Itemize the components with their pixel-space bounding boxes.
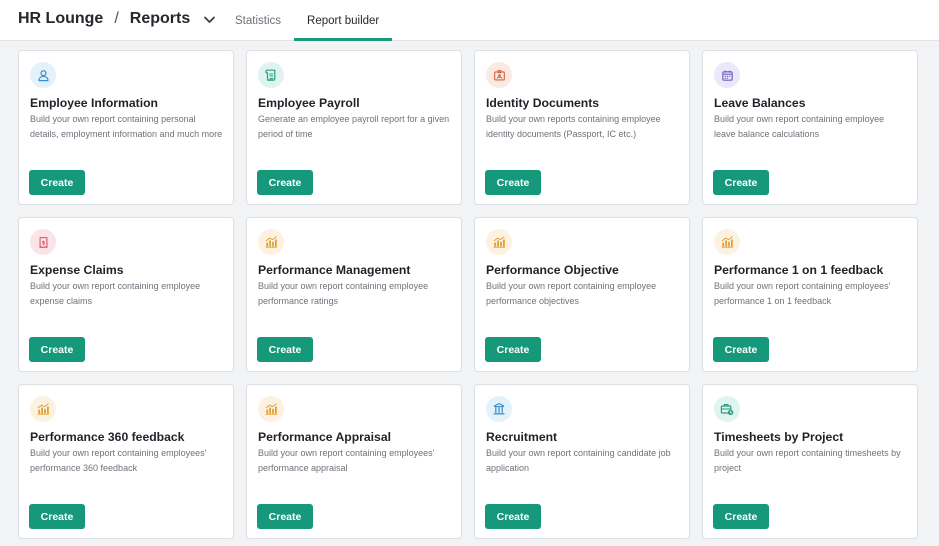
card-title: Performance Management bbox=[258, 263, 411, 277]
breadcrumb-separator: / bbox=[114, 10, 119, 27]
scroll-icon bbox=[258, 62, 284, 88]
card-title: Identity Documents bbox=[486, 96, 600, 110]
report-card-performance-1-on-1-feedback: Performance 1 on 1 feedback Build your o… bbox=[702, 217, 918, 372]
report-card-performance-management: Performance Management Build your own re… bbox=[246, 217, 462, 372]
briefcase-clock-icon bbox=[714, 396, 740, 422]
card-title: Recruitment bbox=[486, 430, 558, 444]
report-card-recruitment: Recruitment Build your own report contai… bbox=[474, 384, 690, 539]
create-button[interactable]: Create bbox=[29, 504, 85, 529]
card-description: Build your own report containing timeshe… bbox=[714, 448, 901, 473]
card-title: Performance Objective bbox=[486, 263, 619, 277]
tab-bar: Statistics Report builder bbox=[222, 0, 393, 41]
card-description: Generate an employee payroll report for … bbox=[258, 114, 450, 139]
receipt-icon: $ bbox=[30, 229, 56, 255]
create-button[interactable]: Create bbox=[257, 337, 313, 362]
card-title: Expense Claims bbox=[30, 263, 124, 277]
card-title: Performance Appraisal bbox=[258, 430, 391, 444]
report-card-performance-objective: Performance Objective Build your own rep… bbox=[474, 217, 690, 372]
create-button[interactable]: Create bbox=[713, 504, 769, 529]
report-card-employee-information: Employee Information Build your own repo… bbox=[18, 50, 234, 205]
svg-text:$: $ bbox=[41, 240, 45, 246]
chevron-down-icon[interactable] bbox=[202, 12, 216, 26]
bar-chart-icon bbox=[258, 396, 284, 422]
building-icon bbox=[486, 396, 512, 422]
user-icon bbox=[30, 62, 56, 88]
breadcrumb-section[interactable]: Reports bbox=[130, 10, 190, 28]
card-description: Build your own report containing employe… bbox=[30, 448, 207, 473]
card-description: Build your own report containing employe… bbox=[30, 281, 201, 306]
report-card-timesheets-by-project: Timesheets by Project Build your own rep… bbox=[702, 384, 918, 539]
report-card-performance-360-feedback: Performance 360 feedback Build your own … bbox=[18, 384, 234, 539]
tab-report-builder[interactable]: Report builder bbox=[294, 0, 393, 41]
card-description: Build your own report containing employe… bbox=[714, 281, 891, 306]
create-button[interactable]: Create bbox=[485, 337, 541, 362]
card-description: Build your own reports containing employ… bbox=[486, 114, 661, 139]
card-title: Employee Payroll bbox=[258, 96, 360, 110]
bar-chart-icon bbox=[30, 396, 56, 422]
card-title: Leave Balances bbox=[714, 96, 806, 110]
bar-chart-icon bbox=[714, 229, 740, 255]
create-button[interactable]: Create bbox=[257, 170, 313, 195]
create-button[interactable]: Create bbox=[29, 337, 85, 362]
card-title: Timesheets by Project bbox=[714, 430, 844, 444]
calendar-icon bbox=[714, 62, 740, 88]
card-description: Build your own report containing employe… bbox=[258, 281, 429, 306]
create-button[interactable]: Create bbox=[713, 170, 769, 195]
bar-chart-icon bbox=[486, 229, 512, 255]
card-title: Performance 360 feedback bbox=[30, 430, 185, 444]
card-description: Build your own report containing employe… bbox=[714, 114, 885, 139]
create-button[interactable]: Create bbox=[257, 504, 313, 529]
report-card-identity-documents: Identity Documents Build your own report… bbox=[474, 50, 690, 205]
report-card-employee-payroll: Employee Payroll Generate an employee pa… bbox=[246, 50, 462, 205]
breadcrumb-app-name[interactable]: HR Lounge bbox=[18, 10, 103, 28]
card-description: Build your own report containing candida… bbox=[486, 448, 671, 473]
report-card-grid: Employee Information Build your own repo… bbox=[18, 50, 918, 539]
create-button[interactable]: Create bbox=[485, 504, 541, 529]
bar-chart-icon bbox=[258, 229, 284, 255]
create-button[interactable]: Create bbox=[485, 170, 541, 195]
report-card-expense-claims: $ Expense Claims Build your own report c… bbox=[18, 217, 234, 372]
card-description: Build your own report containing employe… bbox=[258, 448, 435, 473]
create-button[interactable]: Create bbox=[713, 337, 769, 362]
id-badge-icon bbox=[486, 62, 512, 88]
tab-statistics[interactable]: Statistics bbox=[222, 0, 294, 41]
card-title: Performance 1 on 1 feedback bbox=[714, 263, 884, 277]
top-bar: HR Lounge / Reports Statistics Report bu… bbox=[0, 0, 939, 41]
card-title: Employee Information bbox=[30, 96, 158, 110]
create-button[interactable]: Create bbox=[29, 170, 85, 195]
card-description: Build your own report containing persona… bbox=[30, 114, 223, 139]
report-card-leave-balances: Leave Balances Build your own report con… bbox=[702, 50, 918, 205]
report-card-performance-appraisal: Performance Appraisal Build your own rep… bbox=[246, 384, 462, 539]
breadcrumb: HR Lounge / Reports bbox=[18, 10, 216, 28]
card-description: Build your own report containing employe… bbox=[486, 281, 657, 306]
